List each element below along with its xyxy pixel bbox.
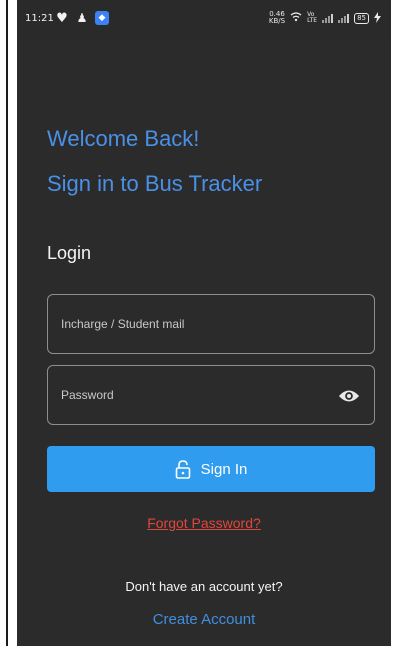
email-field[interactable] <box>48 295 374 353</box>
app-subtitle: Sign in to Bus Tracker <box>47 171 263 196</box>
password-field[interactable] <box>48 366 374 424</box>
charging-icon <box>374 11 381 25</box>
sign-in-button[interactable]: Sign In <box>47 446 375 492</box>
signal-icon-1 <box>322 13 334 23</box>
battery-icon: 85 <box>354 12 369 24</box>
wifi-icon <box>290 12 302 24</box>
eye-icon[interactable] <box>338 386 360 406</box>
password-field-container <box>47 365 375 425</box>
screenshot-border <box>6 0 8 646</box>
status-time: 11:21 <box>25 13 54 24</box>
heart-notification-icon: ♥ <box>56 10 68 26</box>
login-section-label: Login <box>47 243 92 263</box>
app-notification-icon: ◆ <box>95 11 109 25</box>
app-screen: 11:21 ♥ ♟ ◆ 0.46 KB/S Vo LTE 85 Welcome B… <box>17 0 391 646</box>
forgot-password-link[interactable]: Forgot Password? <box>17 515 391 531</box>
notification-icons: ♥ ♟ ◆ <box>55 10 109 26</box>
network-speed-unit: KB/S <box>268 17 286 25</box>
volte-icon: Vo LTE <box>307 11 318 24</box>
welcome-heading: Welcome Back! <box>47 126 200 151</box>
signal-icon-2 <box>338 13 350 23</box>
sign-in-label: Sign In <box>200 460 248 478</box>
lock-icon <box>175 460 190 479</box>
email-field-container <box>47 294 375 354</box>
no-account-text: Don't have an account yet? <box>125 579 283 594</box>
status-bar: 11:21 ♥ ♟ ◆ 0.46 KB/S Vo LTE 85 <box>17 0 391 40</box>
create-account-link[interactable]: Create Account <box>17 611 391 628</box>
snapchat-notification-icon: ♟ <box>76 11 88 25</box>
network-speed: 0.46 KB/S <box>269 11 285 25</box>
system-icons: 0.46 KB/S Vo LTE 85 <box>269 11 381 25</box>
